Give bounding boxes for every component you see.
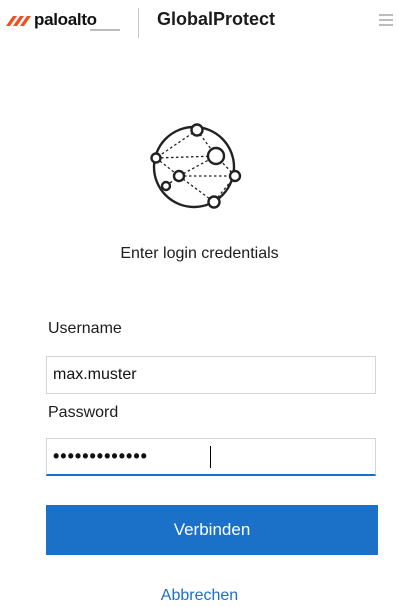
brand-name: paloalto: [34, 10, 97, 29]
globalprotect-window: paloalto GlobalProtect Enter login crede…: [0, 0, 399, 607]
header: paloalto GlobalProtect: [0, 0, 399, 48]
product-title: GlobalProtect: [157, 9, 276, 29]
network-globe-icon: [150, 123, 242, 209]
connect-button[interactable]: Verbinden: [46, 505, 378, 555]
brand-tagline: [90, 29, 120, 31]
password-input[interactable]: [46, 438, 376, 476]
username-input[interactable]: [46, 356, 376, 394]
login-prompt: Enter login credentials: [120, 245, 279, 262]
header-divider: [138, 8, 139, 38]
hamburger-menu-icon[interactable]: [379, 14, 393, 28]
password-label: Password: [48, 404, 119, 421]
paloalto-logo-icon: [6, 16, 31, 26]
cancel-link[interactable]: Abbrechen: [0, 587, 399, 605]
username-label: Username: [48, 320, 122, 337]
text-caret: [210, 446, 211, 468]
